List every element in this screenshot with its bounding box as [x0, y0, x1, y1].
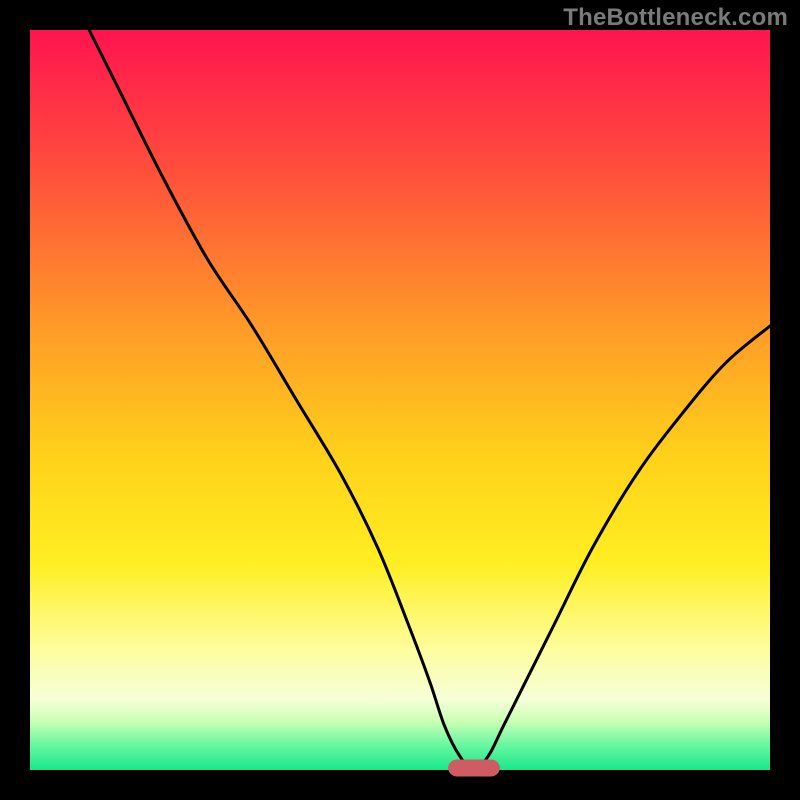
chart-svg [0, 0, 800, 800]
watermark-text: TheBottleneck.com [563, 4, 788, 32]
optimum-marker [448, 759, 500, 776]
chart-frame: TheBottleneck.com [0, 0, 800, 800]
plot-area [30, 30, 770, 770]
